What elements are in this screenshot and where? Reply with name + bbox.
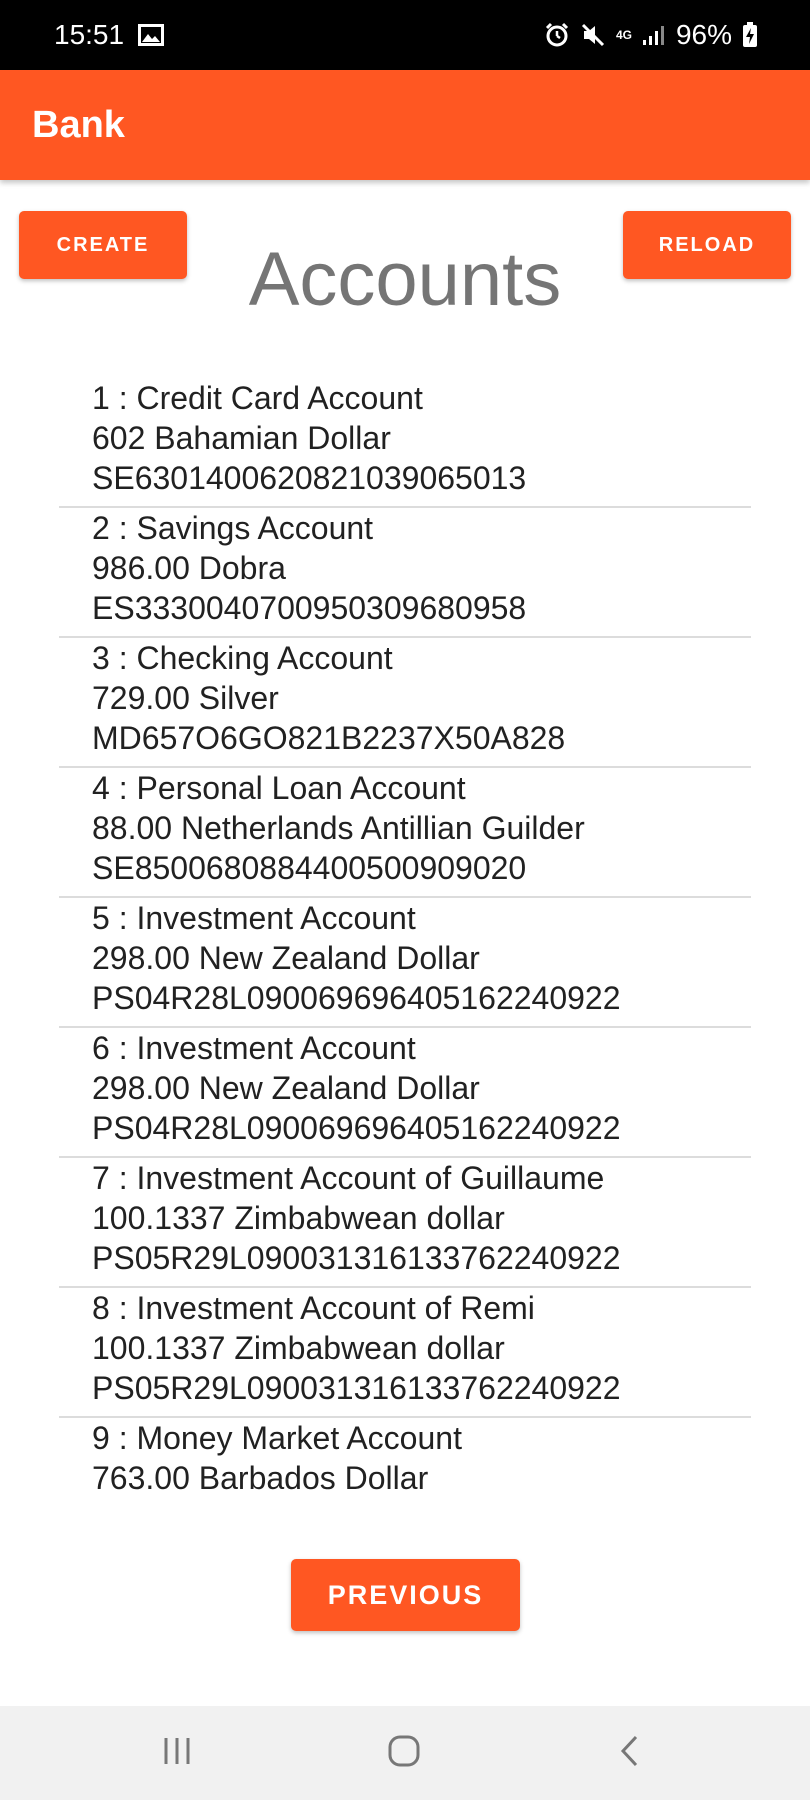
- account-iban: PS04R28L090069696405162240922: [92, 980, 621, 1016]
- account-title: 4 : Personal Loan Account: [92, 770, 466, 806]
- account-balance: 602 Bahamian Dollar: [92, 420, 391, 456]
- account-title: 2 : Savings Account: [92, 510, 374, 546]
- account-balance: 763.00 Barbados Dollar: [92, 1460, 429, 1496]
- account-balance: 298.00 New Zealand Dollar: [92, 940, 480, 976]
- account-list-item[interactable]: 1 : Credit Card Account 602 Bahamian Doll…: [59, 378, 751, 508]
- status-left: 15:51: [54, 19, 165, 51]
- account-list-item[interactable]: 9 : Money Market Account 763.00 Barbados …: [59, 1418, 751, 1508]
- account-list-item[interactable]: 5 : Investment Account 298.00 New Zealand…: [59, 898, 751, 1028]
- account-balance: 986.00 Dobra: [92, 550, 286, 586]
- account-list-item[interactable]: 3 : Checking Account 729.00 Silver MD657O6…: [59, 638, 751, 768]
- account-iban: [92, 1498, 751, 1508]
- battery-percent: 96%: [675, 19, 732, 50]
- account-iban: ES3330040700950309680958: [92, 590, 527, 626]
- account-iban: MD657O6GO821B2237X50A828: [92, 720, 566, 756]
- page-title: Accounts: [248, 237, 562, 322]
- previous-button[interactable]: PREVIOUS: [291, 1559, 520, 1631]
- account-list-item[interactable]: 7 : Investment Account of Guillaume 100.1…: [59, 1158, 751, 1288]
- account-iban: PS04R28L090069696405162240922: [92, 1110, 621, 1146]
- account-balance: 88.00 Netherlands Antillian Guilder: [92, 810, 585, 846]
- account-title: 9 : Money Market Account: [92, 1420, 462, 1456]
- account-iban: PS05R29L090031316133762240922: [92, 1240, 621, 1276]
- account-list-item[interactable]: 2 : Savings Account 986.00 Dobra ES3330040…: [59, 508, 751, 638]
- app-title: Bank: [32, 103, 125, 146]
- battery-charging-icon: [742, 22, 758, 48]
- account-balance: 100.1337 Zimbabwean dollar: [92, 1330, 505, 1366]
- account-title: 3 : Checking Account: [92, 640, 393, 676]
- account-title: 6 : Investment Account: [92, 1030, 416, 1066]
- account-list-item[interactable]: 8 : Investment Account of Remi 100.1337 Z…: [59, 1288, 751, 1418]
- clock: 15:51: [54, 19, 125, 50]
- recents-button[interactable]: [127, 1706, 227, 1800]
- account-balance: 729.00 Silver: [92, 680, 279, 716]
- account-title: 5 : Investment Account: [92, 900, 416, 936]
- network-type: 4G: [615, 28, 632, 42]
- home-icon: [387, 1734, 421, 1773]
- account-iban: SE8500680884400500909020: [92, 850, 527, 886]
- navigation-bar: [0, 1706, 810, 1800]
- image-icon: [138, 24, 165, 46]
- recents-icon: [161, 1736, 193, 1771]
- back-button[interactable]: [580, 1706, 680, 1800]
- home-button[interactable]: [354, 1706, 454, 1800]
- account-list-item[interactable]: 4 : Personal Loan Account 88.00 Netherlan…: [59, 768, 751, 898]
- account-iban: PS05R29L090031316133762240922: [92, 1370, 621, 1406]
- account-list-item[interactable]: 6 : Investment Account 298.00 New Zealand…: [59, 1028, 751, 1158]
- account-list[interactable]: 1 : Credit Card Account 602 Bahamian Doll…: [59, 378, 751, 1508]
- alarm-icon: [544, 22, 570, 48]
- account-title: 7 : Investment Account of Guillaume: [92, 1160, 605, 1196]
- account-balance: 100.1337 Zimbabwean dollar: [92, 1200, 505, 1236]
- app-bar: Bank: [0, 70, 810, 180]
- signal-icon: [642, 24, 666, 46]
- status-bar: 15:51 4G 96%: [0, 0, 810, 70]
- account-title: 1 : Credit Card Account: [92, 380, 423, 416]
- account-iban: SE6301400620821039065013: [92, 460, 527, 496]
- mute-icon: [580, 22, 606, 48]
- account-title: 8 : Investment Account of Remi: [92, 1290, 535, 1326]
- status-right: 4G 96%: [544, 19, 758, 51]
- account-balance: 298.00 New Zealand Dollar: [92, 1070, 480, 1106]
- back-icon: [618, 1733, 642, 1774]
